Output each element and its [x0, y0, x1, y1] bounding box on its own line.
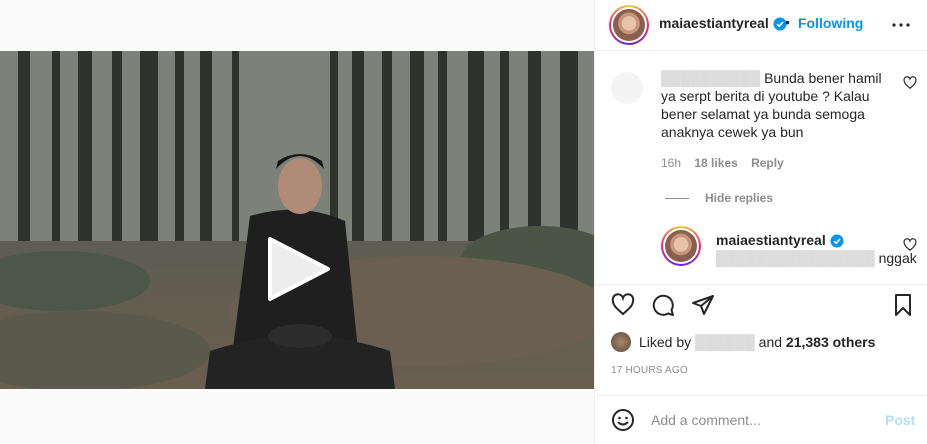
header-separator: • — [785, 14, 790, 30]
emoji-icon[interactable] — [611, 408, 635, 432]
reply-like-heart-icon[interactable] — [903, 238, 917, 252]
hide-replies-label[interactable]: Hide replies — [705, 191, 773, 205]
following-button[interactable]: Following — [798, 15, 863, 31]
add-comment-bar: Post — [595, 395, 927, 444]
liked-by-prefix: Liked by — [639, 334, 692, 350]
comment-text-rest: ya serpt berita di youtube ? Kalau bener… — [661, 88, 870, 140]
like-heart-icon[interactable] — [611, 293, 635, 317]
comment-reply-button[interactable]: Reply — [751, 156, 784, 170]
play-button[interactable] — [262, 233, 334, 305]
author-username-text[interactable]: maiaestiantyreal — [659, 15, 769, 31]
comment-icon[interactable] — [651, 293, 675, 317]
liker-username-redacted: ██████ — [695, 334, 755, 350]
liked-by-summary: Liked by ██████ and 21,383 others — [611, 332, 875, 352]
video-frame — [0, 51, 594, 389]
post-actions-bar — [595, 284, 927, 324]
post-comment-button[interactable]: Post — [885, 412, 915, 428]
hide-replies-button[interactable]: Hide replies — [665, 191, 773, 205]
save-bookmark-icon[interactable] — [891, 293, 915, 317]
reply-username-text[interactable]: maiaestiantyreal — [716, 232, 826, 248]
liker-avatar[interactable] — [611, 332, 631, 352]
media-area — [0, 0, 594, 444]
hide-replies-line — [665, 197, 689, 199]
author-avatar[interactable] — [609, 5, 649, 45]
post-header: maiaestiantyreal • Following — [595, 0, 927, 51]
play-icon — [268, 237, 330, 301]
share-icon[interactable] — [691, 293, 715, 317]
reply-text-content: nggak — [878, 250, 917, 266]
comments-list: ██████████ Bunda bener hamil ya serpt be… — [595, 52, 927, 284]
likes-count[interactable]: 21,383 others — [786, 334, 876, 350]
comment-likes[interactable]: 18 likes — [694, 156, 737, 170]
reply-author-avatar[interactable] — [661, 226, 701, 266]
comment-meta: 16h 18 likes Reply — [661, 156, 794, 170]
commenter-avatar[interactable] — [611, 72, 643, 104]
comment-time: 16h — [661, 156, 682, 170]
comment-input[interactable] — [651, 408, 871, 432]
author-username[interactable]: maiaestiantyreal — [659, 15, 787, 31]
comment-text: ██████████ Bunda bener hamil ya serpt be… — [661, 70, 882, 140]
video-player[interactable] — [0, 51, 594, 389]
more-options-button[interactable] — [889, 13, 913, 37]
liked-by-and: and — [758, 334, 783, 350]
comment-text-line1: Bunda bener hamil — [764, 70, 882, 86]
comment-like-heart-icon[interactable] — [903, 76, 917, 90]
reply-text: ████████████████ nggak — [716, 250, 917, 266]
reply-username[interactable]: maiaestiantyreal — [716, 232, 844, 248]
post-side-panel: maiaestiantyreal • Following ██████████ … — [594, 0, 927, 444]
more-horizontal-icon — [892, 23, 910, 27]
verified-badge-icon — [830, 234, 844, 248]
post-timestamp: 17 HOURS AGO — [611, 365, 688, 376]
